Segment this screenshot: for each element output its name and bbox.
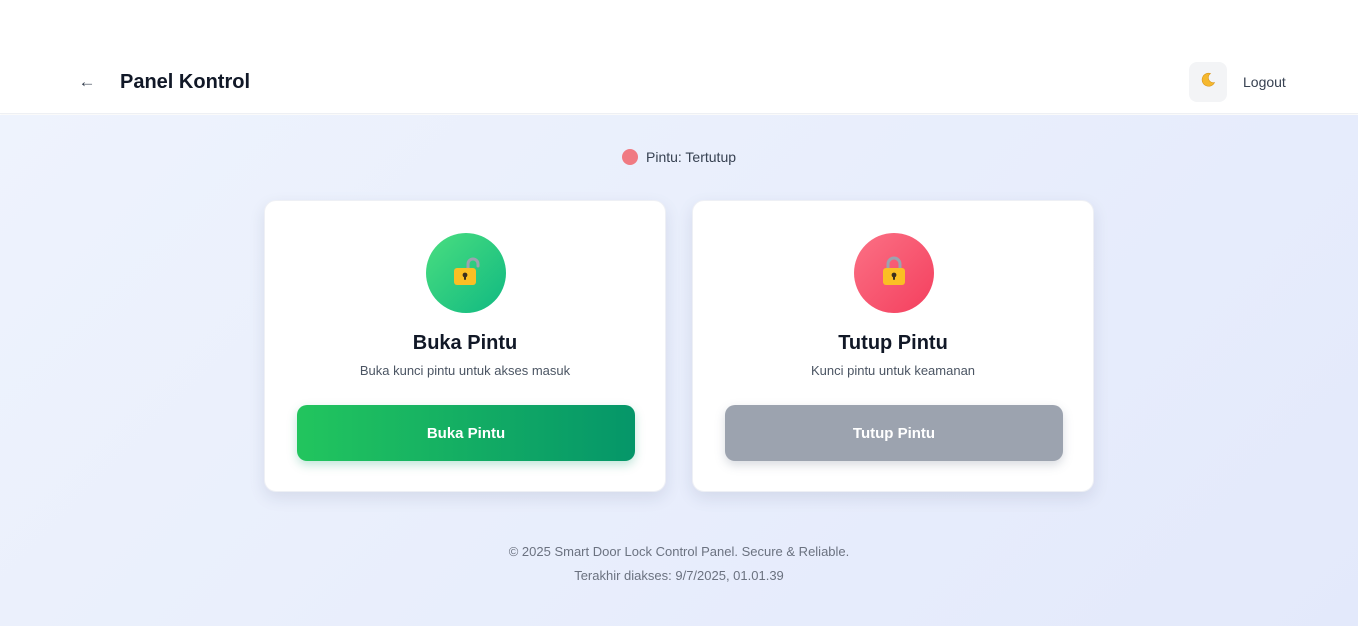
- main-content: Pintu: Tertutup Buka Pintu Buka kunci pi…: [0, 115, 1358, 626]
- door-status: Pintu: Tertutup: [622, 149, 736, 165]
- top-header: ← Panel Kontrol Logout: [0, 0, 1358, 114]
- unlock-icon-circle: [426, 233, 506, 313]
- back-button[interactable]: ←: [72, 67, 102, 97]
- unlock-card-description: Buka kunci pintu untuk akses masuk: [359, 363, 571, 378]
- theme-toggle-button[interactable]: [1189, 62, 1227, 102]
- lock-icon-circle: [854, 233, 934, 313]
- lock-card-title: Tutup Pintu: [838, 332, 948, 354]
- logout-button[interactable]: Logout: [1243, 74, 1286, 90]
- moon-icon: [1200, 72, 1216, 93]
- footer-last-access: Terakhir diakses: 9/7/2025, 01.01.39: [574, 568, 784, 583]
- page-title: Panel Kontrol: [120, 71, 251, 93]
- unlocked-padlock-icon: [452, 256, 480, 291]
- lock-door-button[interactable]: Tutup Pintu: [725, 405, 1063, 461]
- unlock-card-title: Buka Pintu: [412, 332, 518, 354]
- footer-copyright: © 2025 Smart Door Lock Control Panel. Se…: [508, 544, 850, 559]
- status-label: Pintu: Tertutup: [646, 149, 737, 165]
- arrow-left-icon: ←: [78, 72, 96, 91]
- status-indicator-dot: [622, 149, 638, 165]
- lock-card-description: Kunci pintu untuk keamanan: [810, 363, 976, 378]
- locked-padlock-icon: [880, 256, 908, 291]
- unlock-door-button[interactable]: Buka Pintu: [297, 405, 635, 461]
- lock-card: Tutup Pintu Kunci pintu untuk keamanan T…: [692, 200, 1094, 492]
- unlock-card: Buka Pintu Buka kunci pintu untuk akses …: [264, 200, 666, 492]
